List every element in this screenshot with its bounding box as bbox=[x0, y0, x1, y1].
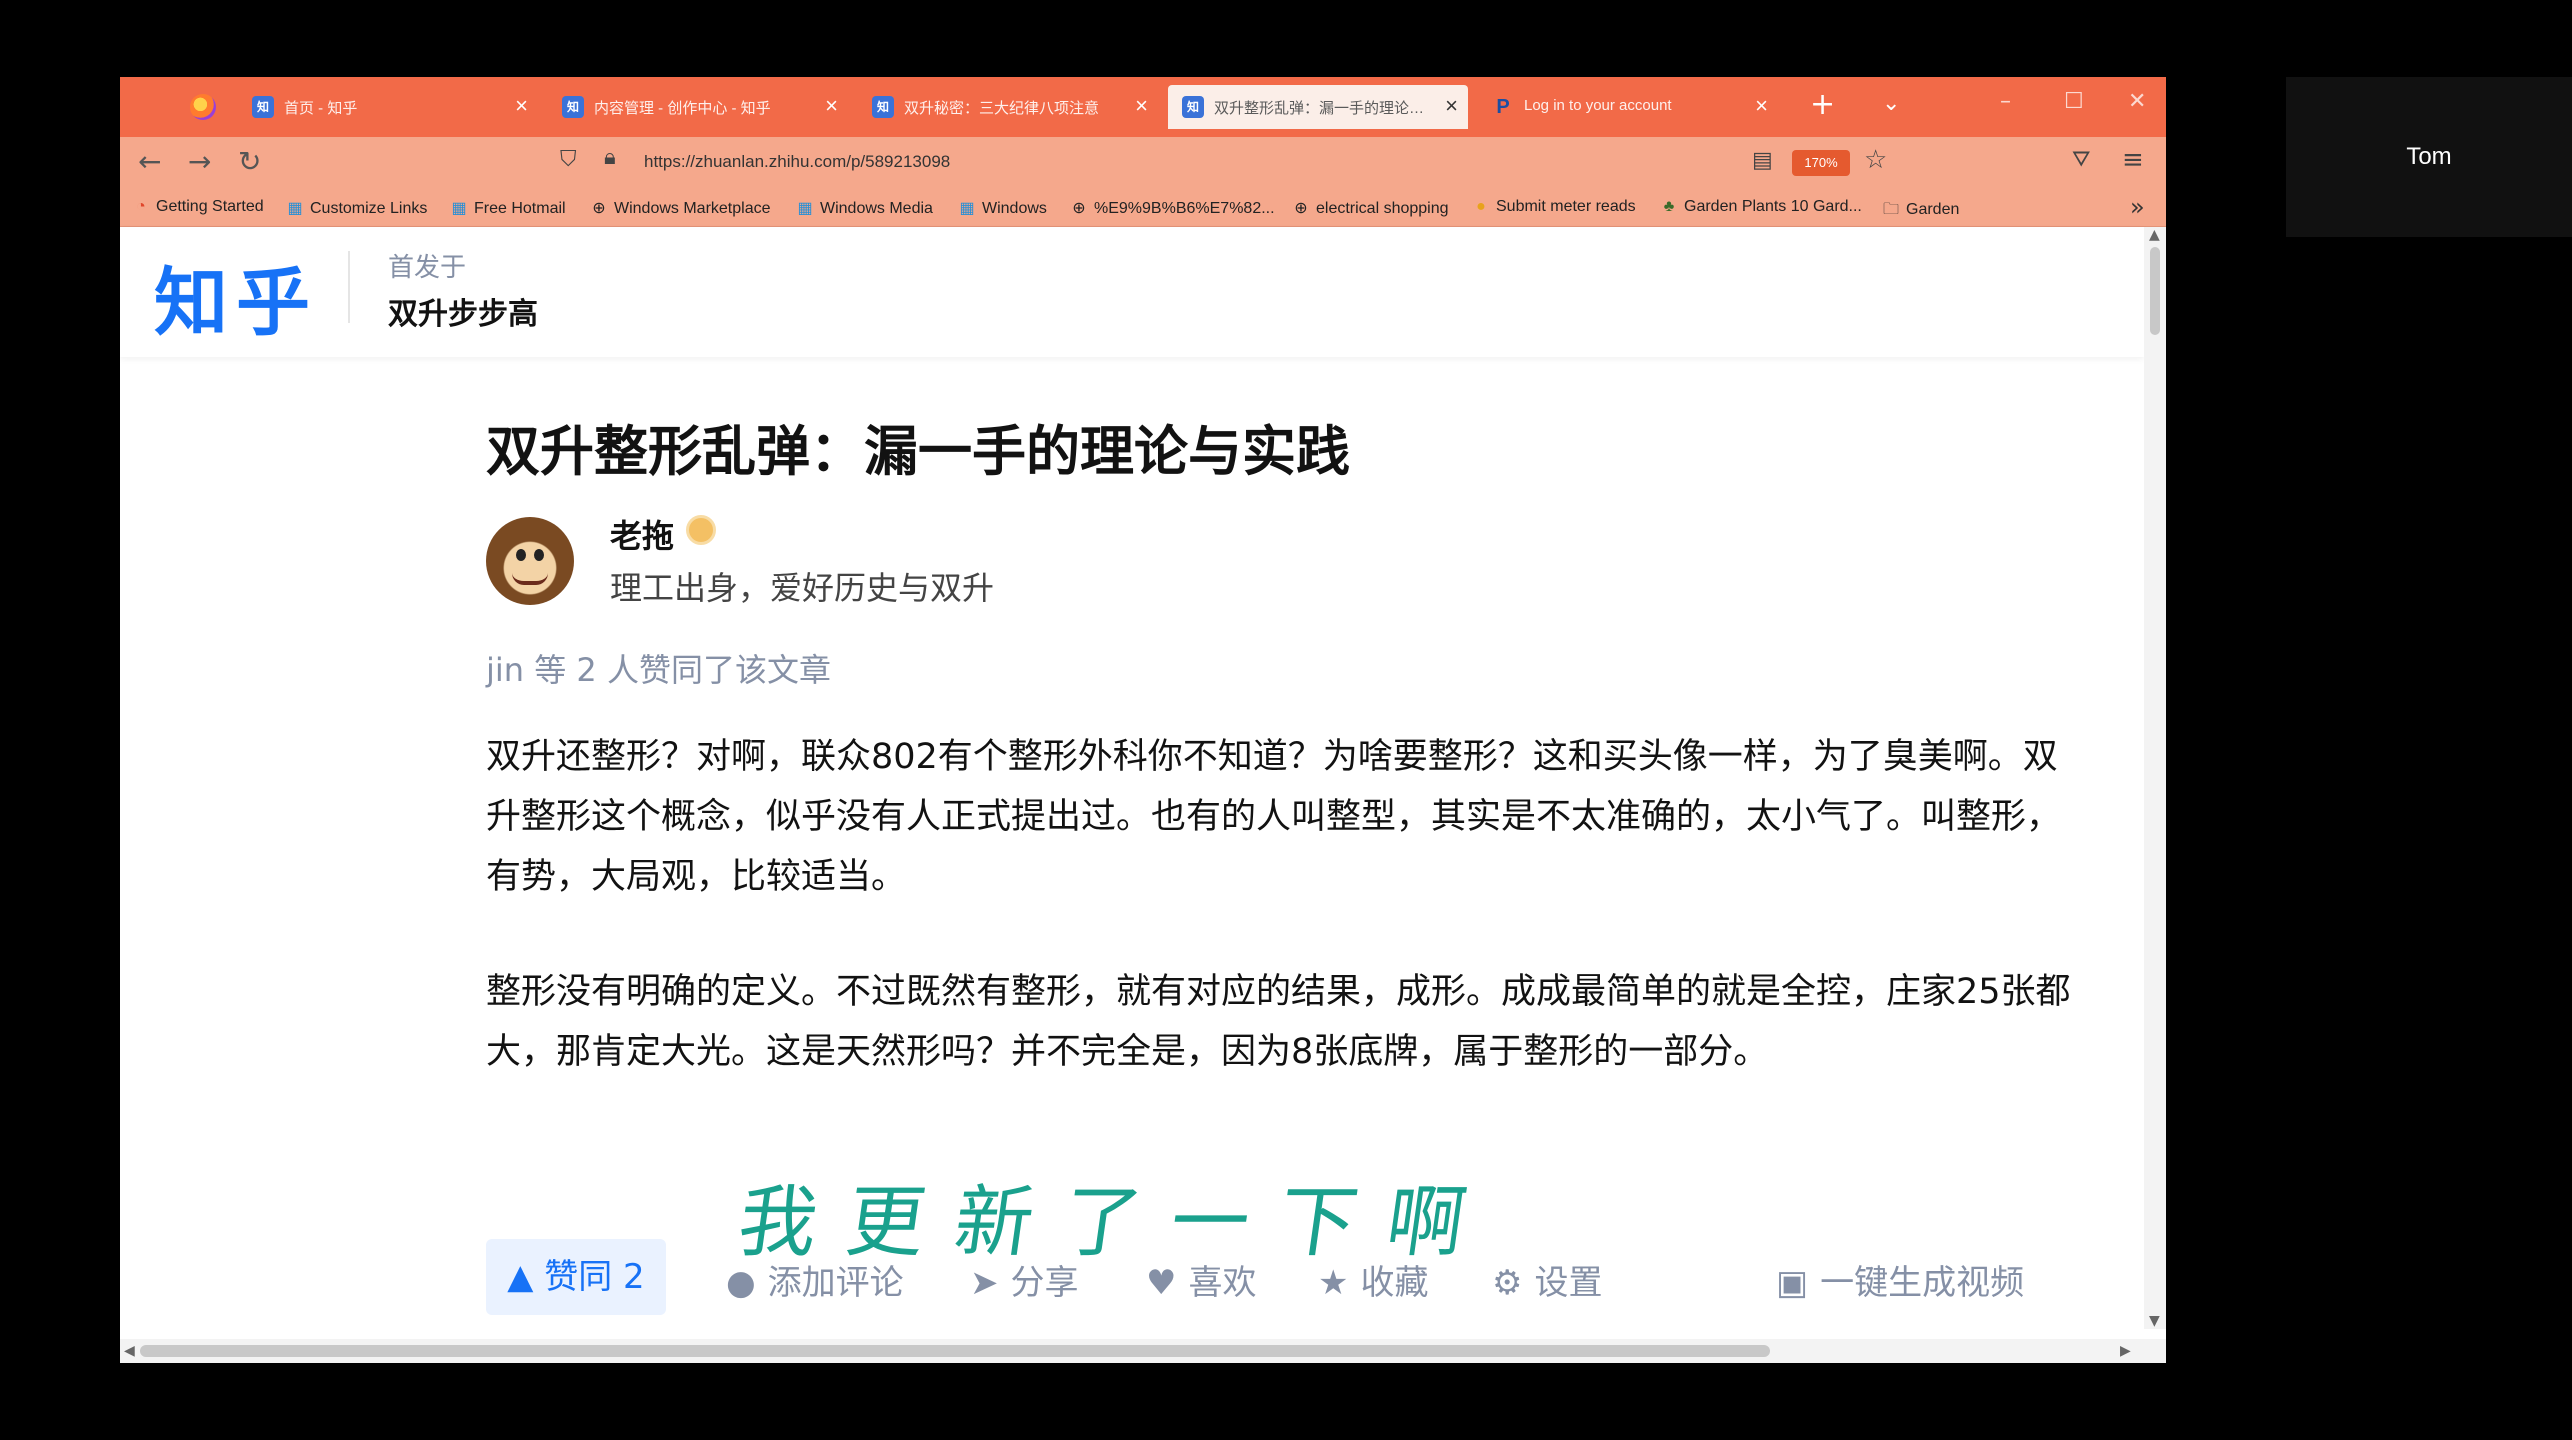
video-icon: ▣ bbox=[1776, 1263, 1809, 1303]
bookmarks-toolbar: ◔ Getting Started ▦ Customize Links ▦ Free … bbox=[120, 187, 2166, 227]
reader-view-icon[interactable]: ▤ bbox=[1752, 148, 1773, 173]
column-link[interactable]: 双升步步高 bbox=[388, 289, 538, 333]
bookmark-folder[interactable]: 🗀︎ Garden bbox=[1882, 198, 1959, 225]
scroll-down-icon[interactable]: ▼ bbox=[2149, 1313, 2160, 1329]
generate-video-button[interactable]: ▣ 一键生成视频 bbox=[1776, 1255, 2024, 1304]
zhihu-favicon-icon: 知 bbox=[872, 96, 894, 118]
zhihu-favicon-icon: 知 bbox=[1182, 96, 1204, 118]
bookmark-item[interactable]: ⊕ %E9%9B%B6%E7%82... bbox=[1070, 198, 1274, 218]
upvote-button[interactable]: ▲ 赞同 2 bbox=[486, 1239, 666, 1315]
list-all-tabs-icon[interactable]: ⌄ bbox=[1882, 91, 1900, 116]
horizontal-scrollbar[interactable]: ◀ ▶ bbox=[120, 1339, 2166, 1363]
bookmark-item[interactable]: ▦ Customize Links bbox=[286, 198, 427, 218]
bookmark-item[interactable]: ◔ Getting Started bbox=[132, 198, 263, 216]
bookmark-item[interactable]: ▦ Windows bbox=[958, 198, 1046, 218]
bookmark-item[interactable]: ▦ Windows Media bbox=[796, 198, 933, 218]
tracking-protection-icon[interactable]: ⛉ bbox=[560, 147, 577, 172]
scroll-left-icon[interactable]: ◀ bbox=[124, 1343, 135, 1359]
tab-article-secret[interactable]: 知 双升秘密：三大纪律八项注意 × bbox=[858, 85, 1158, 129]
zhihu-favicon-icon: 知 bbox=[562, 96, 584, 118]
forward-icon[interactable]: → bbox=[188, 145, 211, 178]
settings-button[interactable]: ⚙ 设置 bbox=[1492, 1255, 1602, 1304]
article-paragraph: 双升还整形？对啊，联众802有个整形外科你不知道？为啥要整形？这和买头像一样，为… bbox=[486, 737, 2062, 897]
new-tab-button[interactable]: + bbox=[1810, 87, 1835, 122]
avatar-eye bbox=[534, 549, 544, 561]
divider bbox=[348, 251, 350, 323]
author-bio: 理工出身，爱好历史与双升 bbox=[610, 569, 995, 607]
close-icon[interactable]: × bbox=[1445, 93, 1458, 119]
close-icon[interactable]: × bbox=[1135, 93, 1148, 119]
author-avatar[interactable] bbox=[486, 517, 574, 605]
handwritten-caption: 我更新了一下啊 bbox=[732, 1178, 1502, 1268]
reload-icon[interactable]: ↻ bbox=[238, 145, 261, 178]
close-icon[interactable]: × bbox=[515, 93, 528, 119]
more-bookmarks-icon[interactable]: » bbox=[2130, 193, 2145, 221]
scroll-right-icon[interactable]: ▶ bbox=[2120, 1343, 2131, 1359]
zhihu-favicon-icon: 知 bbox=[252, 96, 274, 118]
url-text[interactable]: https://zhuanlan.zhihu.com/p/589213098 bbox=[644, 152, 950, 172]
tab-zhihu-home[interactable]: 知 首页 - 知乎 × bbox=[238, 85, 538, 129]
pocket-icon[interactable]: ⛛ bbox=[2072, 147, 2090, 172]
tab-content-management[interactable]: 知 内容管理 - 创作中心 - 知乎 × bbox=[548, 85, 848, 129]
vertical-scroll-thumb[interactable] bbox=[2150, 247, 2160, 335]
bookmark-item[interactable]: ⊕ Windows Marketplace bbox=[590, 198, 770, 218]
creator-badge-icon bbox=[686, 515, 716, 545]
scroll-up-icon[interactable]: ▲ bbox=[2149, 227, 2160, 243]
minimize-icon[interactable]: – bbox=[2000, 89, 2011, 114]
address-bar[interactable]: ⛉ 🔒︎ https://zhuanlan.zhihu.com/p/589213… bbox=[440, 143, 2020, 181]
navigation-bar: ← → ↻ ⛉ 🔒︎ https://zhuanlan.zhihu.com/p/… bbox=[120, 137, 2166, 187]
zoom-level-badge[interactable]: 170% bbox=[1792, 150, 1850, 176]
tab-article-active[interactable]: 知 双升整形乱弹：漏一手的理论与实践 × bbox=[1168, 85, 1468, 129]
bookmark-item[interactable]: ▦ Free Hotmail bbox=[450, 198, 565, 218]
close-icon[interactable]: × bbox=[825, 93, 838, 119]
maximize-icon[interactable]: ☐ bbox=[2064, 89, 2084, 114]
author-name[interactable]: 老拖 bbox=[610, 511, 674, 557]
lock-icon[interactable]: 🔒︎ bbox=[604, 145, 616, 170]
tab-bar: 知 首页 - 知乎 × 知 内容管理 - 创作中心 - 知乎 × 知 双升秘密：… bbox=[120, 77, 2166, 137]
close-icon[interactable]: × bbox=[1755, 93, 1768, 119]
bookmark-item[interactable]: ♣ Garden Plants 10 Gard... bbox=[1660, 198, 1862, 216]
article-paragraph: 整形没有明确的定义。不过既然有整形，就有对应的结果，成形。成成最简单的就是全控，… bbox=[486, 972, 2071, 1072]
close-window-icon[interactable]: ✕ bbox=[2128, 89, 2146, 114]
avatar-eye bbox=[516, 549, 526, 561]
column-prefix: 首发于 bbox=[388, 253, 467, 283]
firefox-view-icon[interactable] bbox=[190, 94, 216, 120]
gear-icon: ⚙ bbox=[1492, 1263, 1523, 1303]
participant-name: Tom bbox=[2406, 143, 2452, 170]
bookmark-item[interactable]: ● Submit meter reads bbox=[1472, 198, 1635, 216]
horizontal-scroll-thumb[interactable] bbox=[140, 1345, 1770, 1357]
zhihu-logo[interactable]: 知乎 bbox=[154, 243, 318, 350]
avatar-mouth bbox=[512, 573, 548, 585]
hamburger-menu-icon[interactable]: ≡ bbox=[2122, 145, 2144, 175]
bookmark-item[interactable]: ⊕ electrical shopping bbox=[1292, 198, 1448, 218]
participant-tile: Tom bbox=[2286, 77, 2572, 237]
vertical-scrollbar[interactable]: ▲ ▼ bbox=[2144, 227, 2166, 1329]
zhihu-header: 知乎 首发于 双升步步高 bbox=[120, 227, 2144, 357]
back-icon[interactable]: ← bbox=[138, 145, 161, 178]
paypal-favicon-icon: P bbox=[1496, 96, 1510, 118]
article-title: 双升整形乱弹：漏一手的理论与实践 bbox=[486, 420, 1350, 483]
tab-login[interactable]: P Log in to your account × bbox=[1478, 85, 1778, 129]
likers-summary[interactable]: jin 等 2 人赞同了该文章 bbox=[486, 645, 831, 691]
bookmark-star-icon[interactable]: ☆ bbox=[1864, 145, 1887, 175]
